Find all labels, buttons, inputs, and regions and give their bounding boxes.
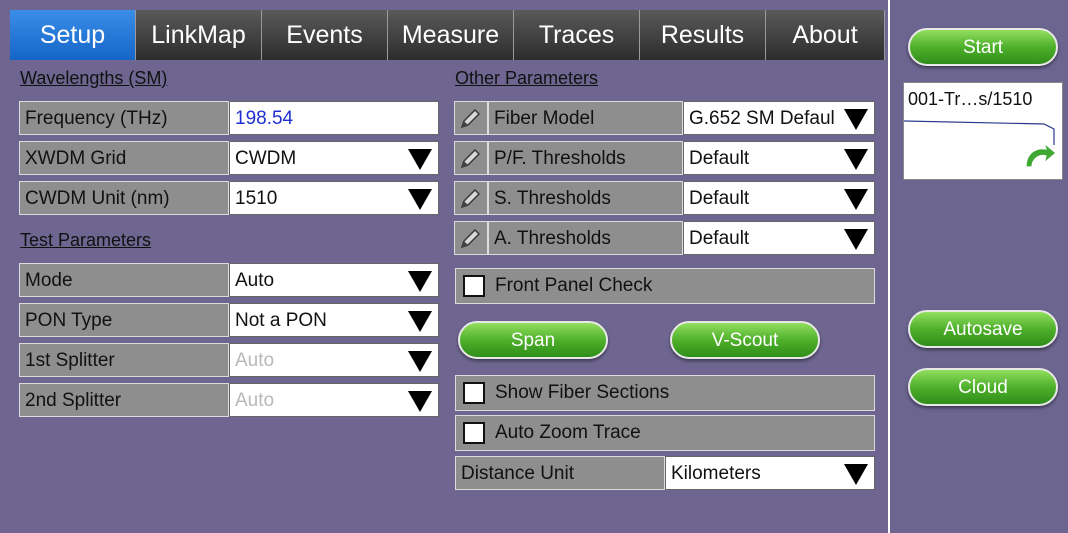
tab-setup[interactable]: Setup: [10, 10, 136, 60]
s-thresholds-value: Default: [689, 188, 750, 209]
pf-thresholds-row: P/F. Thresholds Default: [454, 141, 875, 175]
span-button[interactable]: Span: [458, 321, 608, 359]
pf-thresholds-label: P/F. Thresholds: [488, 141, 683, 175]
a-thresholds-row: A. Thresholds Default: [454, 221, 875, 255]
fiber-model-select[interactable]: G.652 SM Defaul: [683, 101, 875, 135]
xwdm-grid-select[interactable]: CWDM: [229, 141, 439, 175]
other-parameters-title: Other Parameters: [455, 68, 599, 88]
splitter1-select[interactable]: Auto: [229, 343, 439, 377]
distance-unit-row: Distance Unit Kilometers: [455, 456, 875, 490]
pon-type-row: PON Type Not a PON: [19, 303, 439, 337]
dropdown-arrow-icon: [408, 149, 432, 170]
s-thresholds-select[interactable]: Default: [683, 181, 875, 215]
a-thresholds-value: Default: [689, 228, 750, 249]
start-button[interactable]: Start: [908, 28, 1058, 66]
show-fiber-sections-label: Show Fiber Sections: [495, 382, 670, 403]
fiber-model-row: Fiber Model G.652 SM Defaul: [454, 101, 875, 135]
dropdown-arrow-icon: [844, 149, 868, 170]
sidebar: [888, 0, 1068, 533]
pencil-icon[interactable]: [454, 181, 488, 215]
xwdm-grid-value: CWDM: [235, 148, 297, 169]
cwdm-unit-value: 1510: [235, 188, 278, 209]
dropdown-arrow-icon: [844, 464, 868, 485]
pencil-icon[interactable]: [454, 101, 488, 135]
fiber-model-value: G.652 SM Defaul: [689, 108, 835, 129]
checkbox-icon[interactable]: [463, 275, 485, 297]
frequency-row: Frequency (THz) 198.54: [19, 101, 439, 135]
tab-traces[interactable]: Traces: [514, 10, 640, 60]
pencil-icon[interactable]: [454, 141, 488, 175]
dropdown-arrow-icon: [408, 311, 432, 332]
xwdm-grid-label: XWDM Grid: [19, 141, 229, 175]
cwdm-unit-select[interactable]: 1510: [229, 181, 439, 215]
pencil-icon[interactable]: [454, 221, 488, 255]
trace-thumbnail[interactable]: 001-Tr…s/1510: [903, 82, 1063, 180]
front-panel-check-label: Front Panel Check: [495, 275, 653, 296]
fiber-model-label: Fiber Model: [488, 101, 683, 135]
pon-type-value: Not a PON: [235, 310, 327, 331]
mode-select[interactable]: Auto: [229, 263, 439, 297]
dropdown-arrow-icon: [408, 189, 432, 210]
cwdm-unit-label: CWDM Unit (nm): [19, 181, 229, 215]
dropdown-arrow-icon: [844, 109, 868, 130]
tab-bar: Setup LinkMap Events Measure Traces Resu…: [10, 10, 885, 60]
dropdown-arrow-icon: [408, 271, 432, 292]
tab-about[interactable]: About: [766, 10, 885, 60]
tab-events[interactable]: Events: [262, 10, 388, 60]
splitter2-row: 2nd Splitter Auto: [19, 383, 439, 417]
splitter1-label: 1st Splitter: [19, 343, 229, 377]
splitter2-value: Auto: [235, 390, 275, 411]
frequency-label: Frequency (THz): [19, 101, 229, 135]
splitter1-value: Auto: [235, 350, 275, 371]
mode-row: Mode Auto: [19, 263, 439, 297]
mode-value: Auto: [235, 270, 275, 291]
dropdown-arrow-icon: [408, 351, 432, 372]
a-thresholds-select[interactable]: Default: [683, 221, 875, 255]
pon-type-select[interactable]: Not a PON: [229, 303, 439, 337]
distance-unit-value: Kilometers: [671, 463, 761, 484]
pf-thresholds-value: Default: [689, 148, 750, 169]
dropdown-arrow-icon: [844, 189, 868, 210]
pf-thresholds-select[interactable]: Default: [683, 141, 875, 175]
checkbox-icon[interactable]: [463, 422, 485, 444]
xwdm-grid-row: XWDM Grid CWDM: [19, 141, 439, 175]
distance-unit-select[interactable]: Kilometers: [665, 456, 875, 490]
pon-type-label: PON Type: [19, 303, 229, 337]
distance-unit-label: Distance Unit: [455, 456, 665, 490]
test-parameters-title: Test Parameters: [20, 230, 152, 250]
tab-measure[interactable]: Measure: [388, 10, 514, 60]
show-fiber-sections-row[interactable]: Show Fiber Sections: [455, 375, 875, 411]
frequency-input[interactable]: 198.54: [229, 101, 439, 135]
checkbox-icon[interactable]: [463, 382, 485, 404]
s-thresholds-row: S. Thresholds Default: [454, 181, 875, 215]
splitter2-label: 2nd Splitter: [19, 383, 229, 417]
cloud-button[interactable]: Cloud: [908, 368, 1058, 406]
tab-results[interactable]: Results: [640, 10, 766, 60]
tab-linkmap[interactable]: LinkMap: [136, 10, 262, 60]
autosave-button[interactable]: Autosave: [908, 310, 1058, 348]
dropdown-arrow-icon: [408, 391, 432, 412]
s-thresholds-label: S. Thresholds: [488, 181, 683, 215]
a-thresholds-label: A. Thresholds: [488, 221, 683, 255]
mode-label: Mode: [19, 263, 229, 297]
green-arrow-icon: [1025, 141, 1057, 168]
splitter1-row: 1st Splitter Auto: [19, 343, 439, 377]
wavelengths-title: Wavelengths (SM): [20, 68, 168, 88]
auto-zoom-trace-label: Auto Zoom Trace: [495, 422, 641, 443]
auto-zoom-trace-row[interactable]: Auto Zoom Trace: [455, 415, 875, 451]
v-scout-button[interactable]: V-Scout: [670, 321, 820, 359]
front-panel-check-row[interactable]: Front Panel Check: [455, 268, 875, 304]
splitter2-select[interactable]: Auto: [229, 383, 439, 417]
dropdown-arrow-icon: [844, 229, 868, 250]
cwdm-unit-row: CWDM Unit (nm) 1510: [19, 181, 439, 215]
